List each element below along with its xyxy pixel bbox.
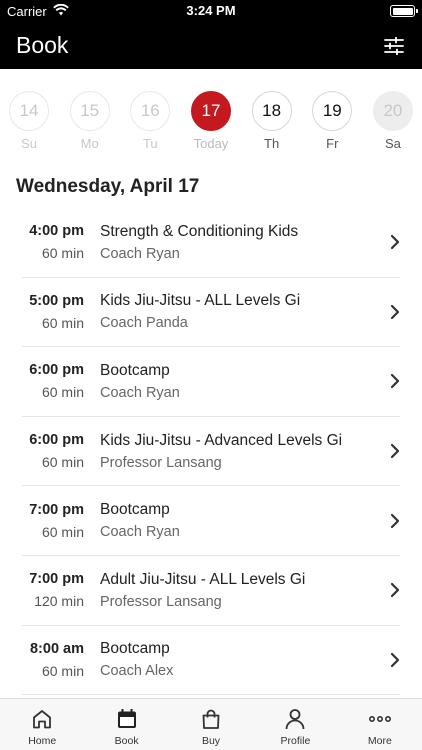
class-duration: 60 min (41, 662, 84, 679)
tab-label: Home (28, 735, 57, 747)
tab-more[interactable]: More (338, 699, 422, 750)
class-list: 4:00 pm 60 min Strength & Conditioning K… (0, 208, 422, 696)
filter-button[interactable] (382, 34, 406, 58)
class-row[interactable]: 6:00 pm 60 min Bootcamp Coach Ryan (22, 347, 400, 417)
bag-icon (199, 707, 223, 731)
class-name: Bootcamp (100, 640, 170, 658)
class-coach: Coach Ryan (100, 524, 180, 541)
class-duration: 60 min (41, 523, 84, 540)
day-item-tue[interactable]: 16 Tu (130, 91, 171, 222)
class-row[interactable]: 5:00 pm 60 min Kids Jiu-Jitsu - ALL Leve… (22, 278, 400, 348)
class-duration: 60 min (41, 314, 84, 331)
day-item-today[interactable]: 17 Today (190, 91, 231, 222)
calendar-icon (115, 707, 139, 731)
person-icon (283, 707, 307, 731)
class-time: 7:00 pm (29, 571, 84, 588)
chevron-right-icon (390, 235, 400, 250)
class-duration: 60 min (41, 384, 84, 401)
day-label: Today (193, 136, 229, 151)
day-label: Th (264, 136, 280, 151)
class-time: 8:00 am (29, 640, 84, 657)
tab-profile[interactable]: Profile (253, 699, 337, 750)
chevron-right-icon (390, 652, 400, 667)
day-number: 18 (251, 91, 292, 131)
class-row[interactable]: 8:00 am 60 min Bootcamp Coach Alex (22, 626, 400, 696)
class-duration: 60 min (41, 245, 84, 262)
chevron-right-icon (390, 443, 400, 459)
class-duration: 120 min (34, 593, 84, 610)
day-label: Su (21, 136, 37, 151)
chevron-right-icon (390, 304, 400, 319)
chevron-right-icon (390, 583, 400, 598)
class-time: 6:00 pm (29, 432, 84, 449)
status-left: Carrier (7, 3, 69, 19)
class-coach: Professor Lansang (100, 454, 222, 471)
tab-book[interactable]: Book (84, 699, 168, 750)
status-bar: Carrier 3:24 PM (0, 0, 422, 22)
day-label: Tu (142, 136, 158, 151)
class-row[interactable]: 7:00 pm 120 min Adult Jiu-Jitsu - ALL Le… (22, 556, 400, 626)
class-row[interactable]: 7:00 pm 60 min Bootcamp Coach Ryan (22, 486, 400, 556)
day-number: 17 (190, 91, 231, 131)
tab-label: Buy (201, 735, 221, 747)
carrier-label: Carrier (7, 3, 47, 19)
class-row[interactable]: 4:00 pm 60 min Strength & Conditioning K… (22, 208, 400, 278)
day-number: 19 (312, 91, 353, 131)
home-icon (30, 707, 54, 731)
chevron-right-icon (390, 374, 400, 389)
day-item-mon[interactable]: 15 Mo (69, 91, 110, 222)
tab-home[interactable]: Home (0, 699, 84, 750)
tab-label: More (367, 735, 392, 747)
day-number: 16 (130, 91, 171, 131)
day-item-thu[interactable]: 18 Th (251, 91, 292, 222)
day-picker: 14 Su 15 Mo 16 Tu 17 Today 18 Th 19 Fr 2… (0, 69, 422, 222)
class-time: 6:00 pm (29, 362, 84, 379)
class-coach: Coach Ryan (100, 384, 180, 401)
class-name: Bootcamp (100, 501, 170, 519)
tab-buy[interactable]: Buy (169, 699, 253, 750)
tab-label: Profile (280, 735, 311, 747)
more-icon (368, 707, 392, 731)
day-label: Mo (80, 136, 99, 151)
chevron-right-icon (390, 513, 400, 528)
class-coach: Professor Lansang (100, 593, 222, 610)
nav-bar: Book (0, 22, 422, 69)
class-coach: Coach Panda (100, 315, 188, 332)
wifi-icon (52, 3, 69, 19)
tab-bar: Home Book Buy Profile More (0, 698, 422, 750)
day-item-sat[interactable]: 20 Sa (372, 91, 413, 222)
class-name: Bootcamp (100, 361, 170, 379)
class-time: 5:00 pm (29, 292, 84, 309)
page-title: Book (16, 32, 69, 58)
day-number: 14 (9, 91, 49, 131)
class-row[interactable]: 6:00 pm 60 min Kids Jiu-Jitsu - Advanced… (22, 417, 400, 487)
class-coach: Coach Ryan (100, 245, 180, 262)
sliders-icon (384, 36, 404, 55)
day-number: 20 (372, 91, 413, 131)
day-item-fri[interactable]: 19 Fr (312, 91, 353, 222)
battery-icon (390, 5, 418, 17)
class-name: Kids Jiu-Jitsu - ALL Levels Gi (100, 292, 301, 310)
class-time: 4:00 pm (29, 223, 84, 240)
class-time: 7:00 pm (29, 501, 84, 518)
schedule-date-heading: Wednesday, April 17 (16, 176, 200, 197)
day-label: Fr (326, 136, 339, 151)
class-name: Kids Jiu-Jitsu - Advanced Levels Gi (100, 431, 343, 449)
day-label: Sa (384, 136, 401, 151)
class-name: Strength & Conditioning Kids (100, 222, 299, 240)
day-number: 15 (69, 91, 110, 131)
tab-label: Book (114, 735, 139, 747)
class-duration: 60 min (41, 454, 84, 471)
class-coach: Coach Alex (100, 663, 174, 680)
class-name: Adult Jiu-Jitsu - ALL Levels Gi (100, 570, 306, 588)
day-item-sun[interactable]: 14 Su (9, 91, 49, 222)
